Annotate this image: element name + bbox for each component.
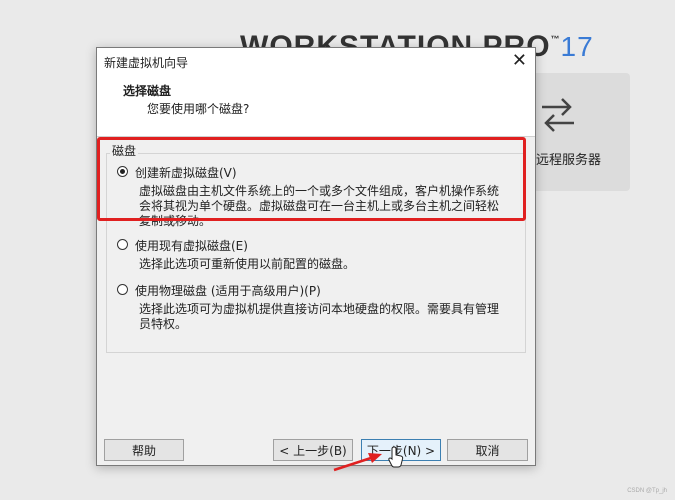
watermark: CSDN @Tp_jh bbox=[627, 488, 667, 494]
option-description: 选择此选项可为虚拟机提供直接访问本地硬盘的权限。需要具有管理员特权。 bbox=[139, 302, 500, 331]
wizard-header: 选择磁盘 您要使用哪个磁盘? bbox=[97, 76, 535, 137]
help-button[interactable]: 帮助 bbox=[104, 439, 184, 461]
new-vm-wizard-dialog: 新建虚拟机向导 ✕ 选择磁盘 您要使用哪个磁盘? 磁盘 创建新虚拟磁盘(V) 虚… bbox=[96, 47, 536, 466]
option-label[interactable]: 使用现有虚拟磁盘(E) bbox=[135, 237, 248, 254]
swap-arrows-icon bbox=[538, 95, 578, 139]
app-version: 17 bbox=[560, 31, 594, 62]
card-label: 远程服务器 bbox=[536, 153, 602, 168]
header-title: 选择磁盘 bbox=[123, 84, 172, 98]
close-icon[interactable]: ✕ bbox=[512, 50, 527, 72]
annotation-highlight-box bbox=[97, 137, 526, 221]
mouse-cursor-icon bbox=[388, 446, 404, 472]
trademark-mark: ™ bbox=[550, 34, 561, 44]
connect-remote-server-card[interactable]: 远程服务器 bbox=[520, 73, 630, 191]
red-arrow-icon bbox=[330, 450, 390, 478]
cancel-button[interactable]: 取消 bbox=[447, 439, 528, 461]
option-label[interactable]: 使用物理磁盘 (适用于高级用户)(P) bbox=[135, 282, 321, 299]
radio-use-existing-disk[interactable] bbox=[117, 239, 128, 250]
dialog-titlebar: 新建虚拟机向导 ✕ bbox=[97, 48, 535, 76]
option-description: 选择此选项可重新使用以前配置的磁盘。 bbox=[139, 257, 356, 271]
dialog-title: 新建虚拟机向导 bbox=[104, 56, 189, 70]
radio-use-physical-disk[interactable] bbox=[117, 284, 128, 295]
header-subtitle: 您要使用哪个磁盘? bbox=[147, 102, 250, 116]
